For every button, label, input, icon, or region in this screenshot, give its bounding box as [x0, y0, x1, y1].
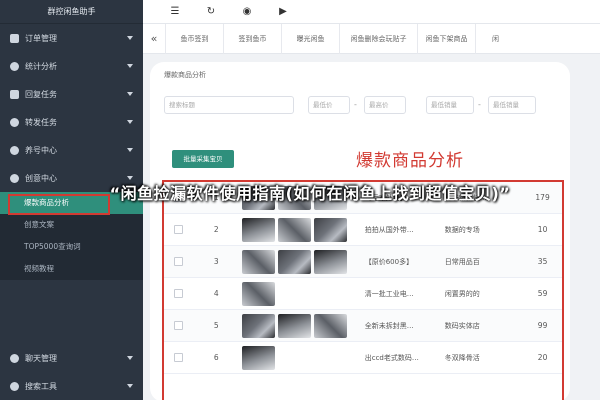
batch-collect-button[interactable]: 批量采集宝贝: [172, 150, 234, 168]
chevron-down-icon: [127, 120, 133, 124]
forward-icon: [10, 117, 19, 127]
sidebar-item-reply[interactable]: 回复任务: [0, 80, 143, 108]
order-icon: [10, 33, 19, 43]
chevron-down-icon: [127, 384, 133, 388]
tab-overflow[interactable]: 闲: [475, 23, 515, 54]
app-title: 群控闲鱼助手: [0, 0, 143, 24]
stop-icon[interactable]: ◉: [229, 6, 265, 17]
sidebar-subitem-top-keywords[interactable]: TOP5000查询词: [0, 236, 143, 258]
tab-delist-products[interactable]: 闲鱼下架商品: [417, 23, 475, 54]
range-separator: -: [354, 100, 357, 109]
top-toolbar: ☰ ↻ ◉ ▶: [143, 0, 600, 24]
tab-coin-checkin[interactable]: 鱼币签到: [165, 23, 223, 54]
sidebar-item-search-tools[interactable]: 搜索工具: [0, 372, 143, 400]
play-icon[interactable]: ▶: [265, 6, 301, 17]
min-sales-input[interactable]: 最低销量: [426, 96, 474, 114]
min-price-input[interactable]: 最低价: [308, 96, 350, 114]
scroll-left-icon[interactable]: «: [143, 32, 165, 45]
range-separator: -: [478, 100, 481, 109]
sidebar-item-label: 回复任务: [25, 89, 57, 99]
chevron-down-icon: [127, 36, 133, 40]
refresh-icon[interactable]: ↻: [193, 6, 229, 17]
chevron-down-icon: [127, 64, 133, 68]
max-price-input[interactable]: 最高价: [364, 96, 406, 114]
tab-bar: « 鱼币签到 签到鱼币 曝光闲鱼 闲鱼删除会玩贴子 闲鱼下架商品 闲: [143, 23, 600, 54]
highlight-frame: [162, 180, 564, 400]
sidebar-item-label: 聊天管理: [25, 353, 57, 363]
annotation-label: 爆款商品分析: [356, 151, 464, 171]
sidebar-item-stats[interactable]: 统计分析: [0, 52, 143, 80]
hot-products-panel: 爆款商品分析 搜索标题 最低价 - 最高价 最低销量 - 最低销量 批量采集宝贝…: [150, 62, 570, 400]
sidebar-item-label: 搜索工具: [25, 381, 57, 391]
sidebar-item-chat[interactable]: 聊天管理: [0, 344, 143, 372]
gear-icon: [10, 173, 19, 183]
sidebar-item-account[interactable]: 养号中心: [0, 136, 143, 164]
sidebar-item-label: 统计分析: [25, 61, 57, 71]
chevron-down-icon: [127, 148, 133, 152]
chart-icon: [10, 61, 19, 71]
reply-icon: [10, 89, 19, 99]
sidebar-item-label: 养号中心: [25, 145, 57, 155]
page-title: 爆款商品分析: [164, 71, 206, 79]
search-input[interactable]: 搜索标题: [164, 96, 294, 114]
menu-icon[interactable]: ☰: [157, 6, 193, 17]
sidebar-item-label: 转发任务: [25, 117, 57, 127]
sidebar-item-label: 订单管理: [25, 33, 57, 43]
tab-checkin-coin[interactable]: 签到鱼币: [223, 23, 281, 54]
chevron-down-icon: [127, 92, 133, 96]
chat-icon: [10, 353, 19, 363]
chevron-down-icon: [127, 356, 133, 360]
account-icon: [10, 145, 19, 155]
sidebar-item-label: 创意中心: [25, 173, 57, 183]
tab-delete-posts[interactable]: 闲鱼删除会玩贴子: [339, 23, 417, 54]
sidebar-subitem-copywriting[interactable]: 创意文案: [0, 214, 143, 236]
overlay-headline: “闲鱼捡漏软件使用指南(如何在闲鱼上找到超值宝贝)”: [109, 184, 511, 203]
sidebar-subitem-video-tutorial[interactable]: 视频教程: [0, 258, 143, 280]
tab-exposure[interactable]: 曝光闲鱼: [281, 23, 339, 54]
sidebar-item-orders[interactable]: 订单管理: [0, 24, 143, 52]
search-icon: [10, 381, 19, 391]
max-sales-input[interactable]: 最低销量: [488, 96, 536, 114]
creative-submenu: 爆款商品分析 创意文案 TOP5000查询词 视频教程: [0, 192, 143, 280]
sidebar-item-forward[interactable]: 转发任务: [0, 108, 143, 136]
